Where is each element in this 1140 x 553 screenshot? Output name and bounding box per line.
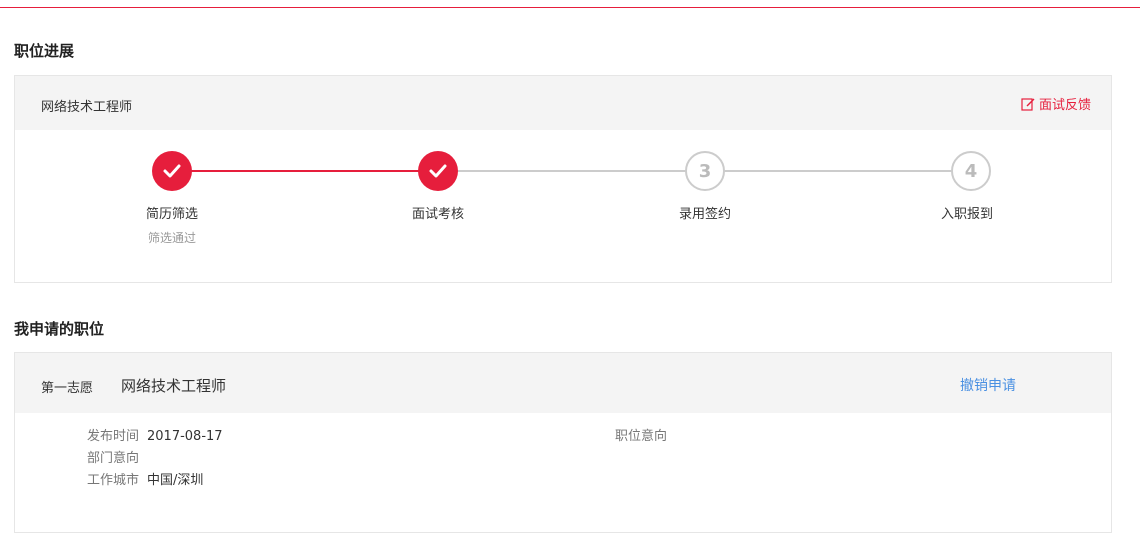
step-4-label: 入职报到 [940,207,993,222]
position-label: 职位意向 [615,429,668,444]
edit-icon [1021,97,1035,111]
publish-time-row: 发布时间 2017-08-17 [87,425,223,444]
department-label: 部门意向 [87,451,140,466]
interview-feedback-label: 面试反馈 [1038,98,1091,113]
progress-job-title: 网络技术工程师 [41,100,133,115]
section-title-applied: 我申请的职位 [14,320,105,338]
application-job-title: 网络技术工程师 [121,377,227,395]
step-4-number: 4 [951,151,991,191]
step-connector-done [172,170,437,172]
city-row: 工作城市 中国/深圳 [87,469,203,488]
city-value: 中国/深圳 [147,473,204,488]
step-1-status: 筛选通过 [147,231,196,245]
step-2-label: 面试考核 [411,207,464,222]
application-card: 第一志愿 网络技术工程师 撤销申请 发布时间 2017-08-17 部门意向 工作… [14,352,1112,533]
top-accent-rule [0,7,1140,8]
application-card-header: 第一志愿 网络技术工程师 撤销申请 [15,353,1111,413]
publish-time-label: 发布时间 [87,429,140,444]
progress-card-header: 网络技术工程师 面试反馈 [15,76,1111,130]
progress-steps: 简历筛选 筛选通过 面试考核 3 录用签约 4 入职报到 [15,130,1111,282]
position-row: 职位意向 [615,425,667,444]
step-3-label: 录用签约 [678,207,731,222]
cancel-application-link[interactable]: 撤销申请 [960,375,1016,395]
choice-label: 第一志愿 [41,381,94,396]
step-1-label: 简历筛选 [145,207,198,222]
step-2-check-icon [418,151,458,191]
progress-card: 网络技术工程师 面试反馈 简历筛选 筛选通过 面试考核 3 录用签约 4 入职报… [14,75,1112,283]
step-3-number: 3 [685,151,725,191]
department-row: 部门意向 [87,447,139,466]
publish-time-value: 2017-08-17 [147,429,223,444]
interview-feedback-link[interactable]: 面试反馈 [1021,94,1091,113]
city-label: 工作城市 [87,473,140,488]
step-1-check-icon [152,151,192,191]
section-title-progress: 职位进展 [14,42,75,60]
